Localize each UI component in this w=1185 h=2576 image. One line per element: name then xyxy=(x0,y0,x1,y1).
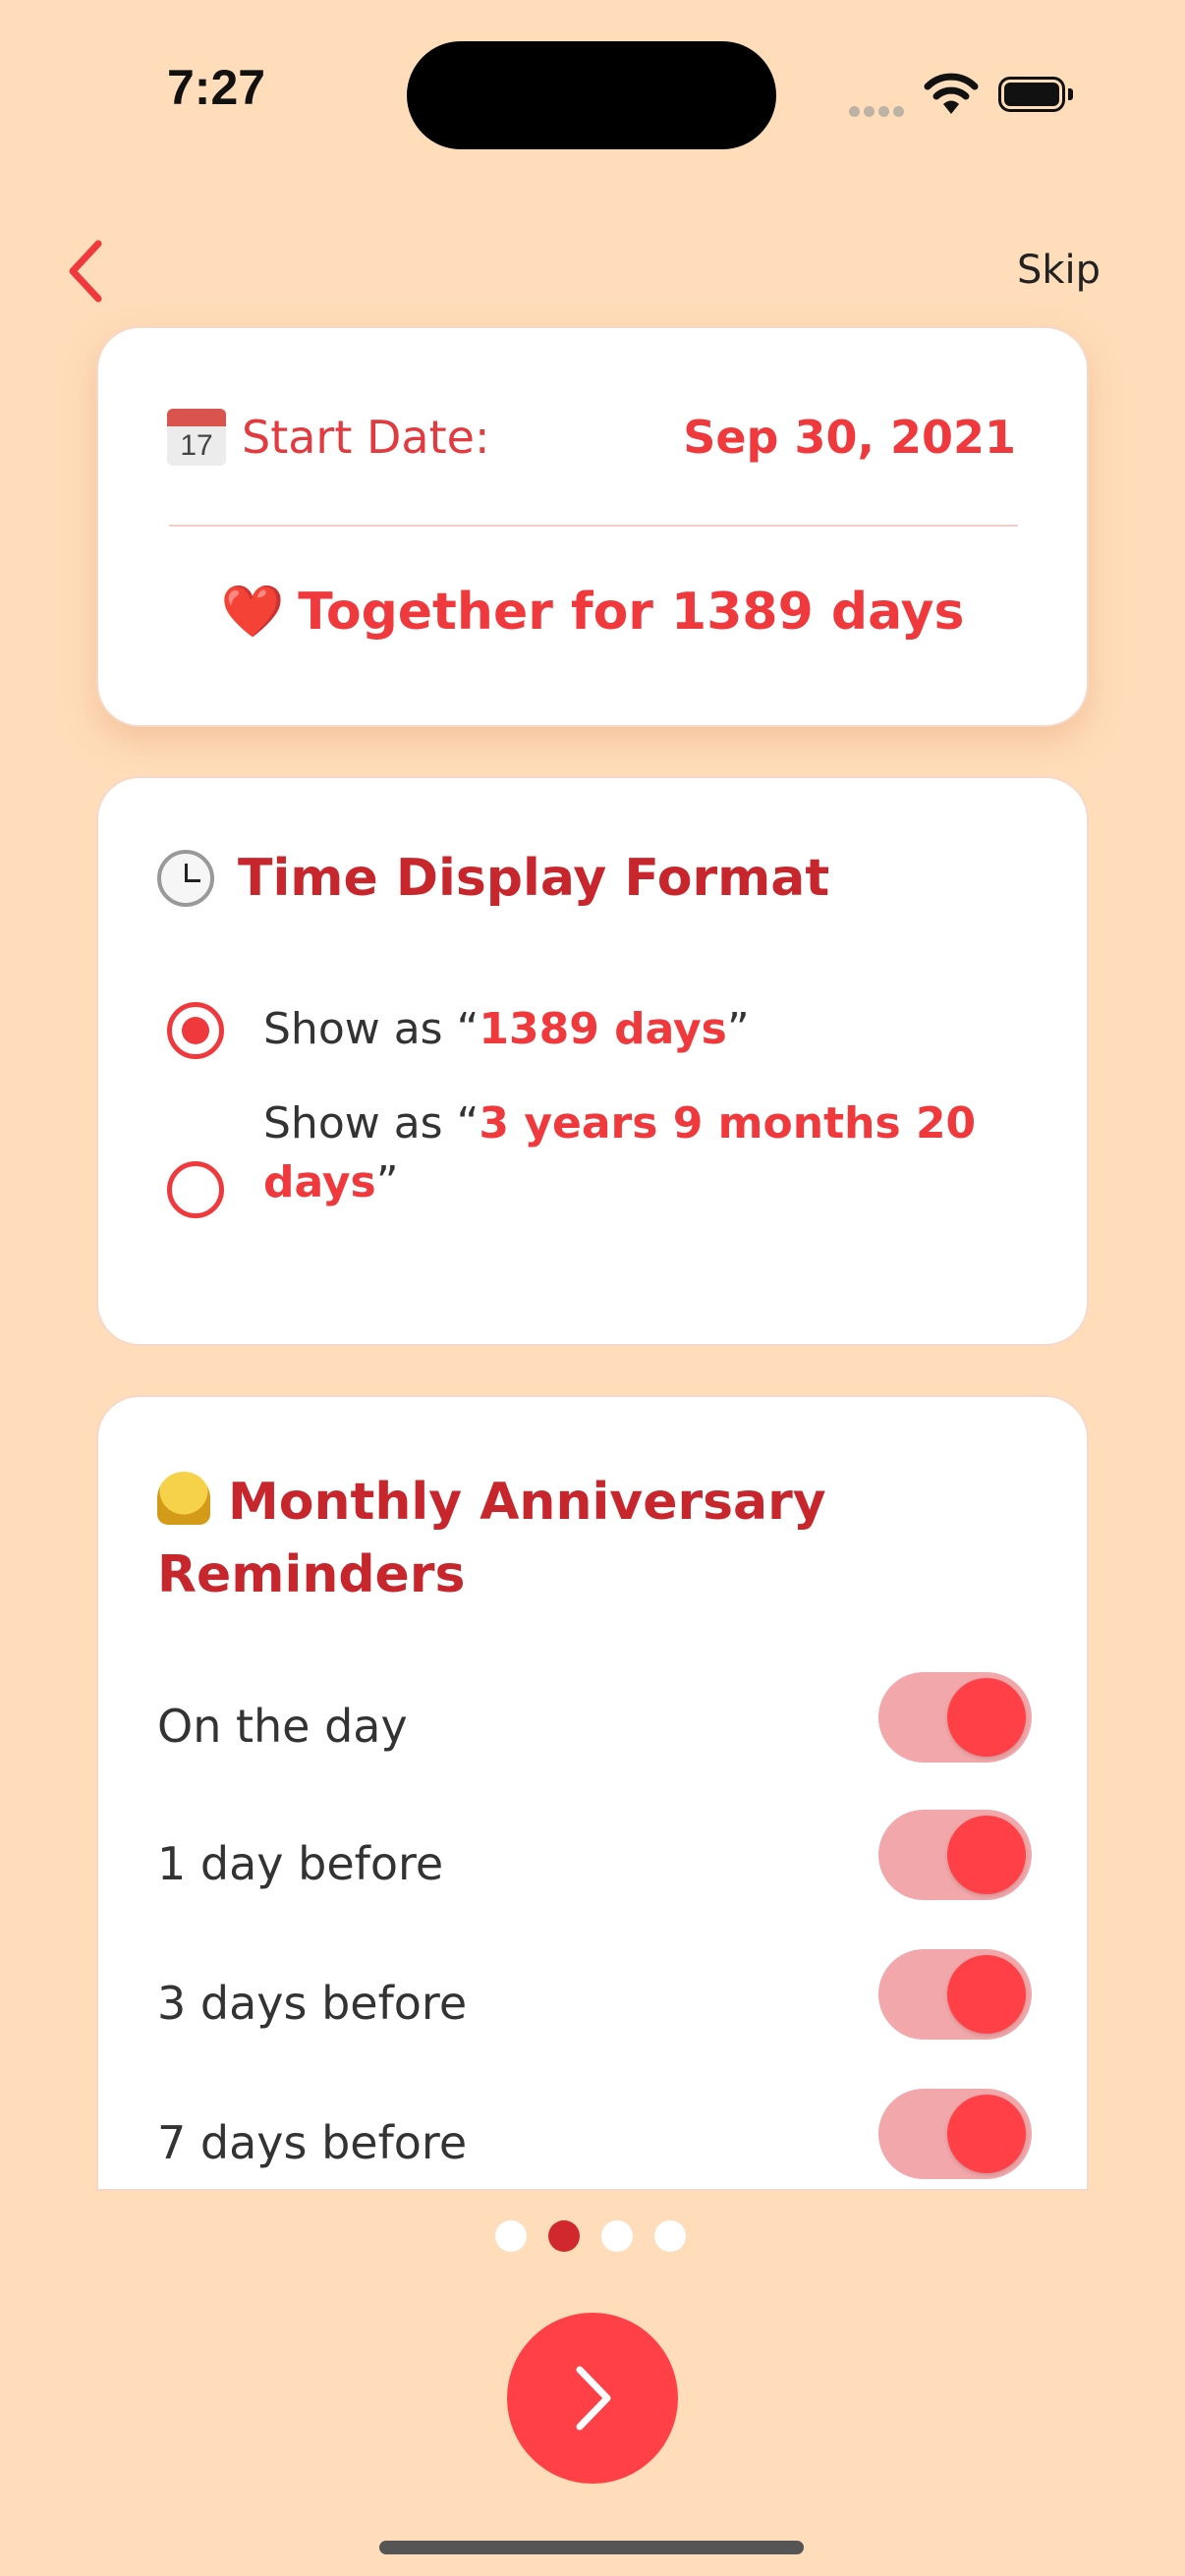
reminders-title: Monthly Anniversary Reminders xyxy=(157,1466,943,1611)
skip-button[interactable]: Skip xyxy=(983,248,1100,293)
start-date-card: 17 Start Date: Sep 30, 2021 ❤️ Together f… xyxy=(96,326,1089,727)
calendar-icon: 17 xyxy=(167,409,226,466)
option-value: 1389 days xyxy=(479,1004,727,1054)
cellular-signal-icon xyxy=(849,102,908,117)
toggle-1-day[interactable] xyxy=(878,1810,1032,1900)
page-dot[interactable] xyxy=(601,2220,633,2252)
option-suffix: ” xyxy=(375,1157,399,1207)
home-indicator[interactable] xyxy=(379,2541,804,2554)
time-format-card: Time Display Format Show as “1389 days” … xyxy=(96,776,1089,1346)
together-text: Together for 1389 days xyxy=(298,583,965,642)
toggle-knob xyxy=(947,1955,1026,2034)
start-date-value[interactable]: Sep 30, 2021 xyxy=(683,411,1016,464)
next-button[interactable] xyxy=(507,2313,678,2484)
status-time: 7:27 xyxy=(167,60,266,115)
radio-days[interactable] xyxy=(167,1002,224,1059)
time-format-title-text: Time Display Format xyxy=(238,849,830,908)
reminder-label-3-days: 3 days before xyxy=(157,1977,468,2030)
page-dot-active[interactable] xyxy=(548,2220,580,2252)
toggle-7-days[interactable] xyxy=(878,2089,1032,2179)
option-prefix: Show as “ xyxy=(263,1098,480,1148)
time-format-title: Time Display Format xyxy=(157,849,829,908)
option-ymd-label[interactable]: Show as “3 years 9 months 20 days” xyxy=(263,1094,1010,1212)
start-date-label-row[interactable]: 17 Start Date: xyxy=(167,409,489,466)
page-dot[interactable] xyxy=(495,2220,527,2252)
reminders-card: Monthly Anniversary Reminders On the day… xyxy=(96,1395,1089,2191)
together-summary: ❤️ Together for 1389 days xyxy=(98,582,1087,642)
radio-years-months-days[interactable] xyxy=(167,1161,224,1218)
battery-icon xyxy=(998,77,1077,116)
wifi-icon xyxy=(924,71,979,116)
bell-icon xyxy=(157,1472,210,1525)
toggle-knob xyxy=(947,1816,1026,1894)
option-days-label[interactable]: Show as “1389 days” xyxy=(263,1000,1010,1059)
chevron-left-icon xyxy=(69,240,102,303)
toggle-knob xyxy=(947,1678,1026,1757)
reminder-label-7-days: 7 days before xyxy=(157,2116,468,2169)
toggle-3-days[interactable] xyxy=(878,1949,1032,2040)
reminders-title-text: Monthly Anniversary Reminders xyxy=(157,1473,826,1604)
toggle-knob xyxy=(947,2095,1026,2173)
dynamic-island xyxy=(407,41,776,149)
back-button[interactable] xyxy=(59,232,118,310)
toggle-on-the-day[interactable] xyxy=(878,1672,1032,1763)
divider xyxy=(169,525,1018,527)
start-date-label: Start Date: xyxy=(242,411,490,464)
page-dot[interactable] xyxy=(654,2220,686,2252)
clock-icon xyxy=(157,850,214,907)
chevron-right-icon xyxy=(576,2366,611,2431)
calendar-icon-day: 17 xyxy=(167,426,226,466)
option-prefix: Show as “ xyxy=(263,1004,480,1054)
option-suffix: ” xyxy=(726,1004,750,1054)
heart-icon: ❤️ xyxy=(220,583,285,642)
reminder-label-1-day: 1 day before xyxy=(157,1837,444,1890)
reminder-label-on-the-day: On the day xyxy=(157,1700,408,1753)
